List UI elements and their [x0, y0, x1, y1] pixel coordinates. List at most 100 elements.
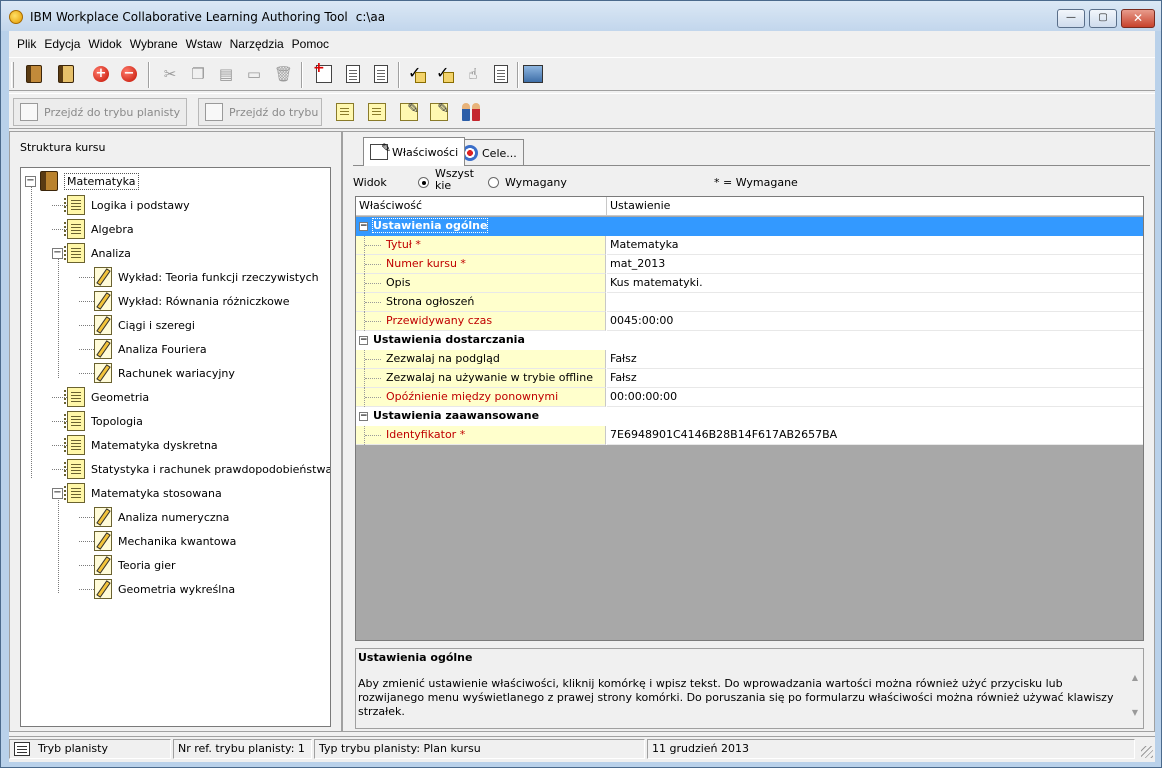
menu-narzedzia[interactable]: Narzędzia: [226, 35, 288, 53]
edit-list-button[interactable]: [427, 100, 451, 124]
delete-button[interactable]: 🗑: [270, 62, 294, 86]
collapse-icon[interactable]: −: [359, 222, 368, 231]
menu-edycja[interactable]: Edycja: [40, 35, 84, 53]
tree-expander-icon[interactable]: −: [52, 247, 63, 259]
property-value[interactable]: 7E6948901C4146B28B14F617AB2657BA: [607, 426, 1143, 445]
hand-button[interactable]: ☝: [461, 62, 485, 86]
tree-node[interactable]: Mechanika kwantowa: [79, 530, 236, 552]
paste-button[interactable]: ▤: [214, 62, 238, 86]
description-scrollbar[interactable]: ▲ ▼: [1129, 673, 1141, 725]
tree-node-label[interactable]: Algebra: [91, 223, 134, 236]
property-value[interactable]: Kus matematyki.: [607, 274, 1143, 293]
title-bar[interactable]: IBM Workplace Collaborative Learning Aut…: [1, 1, 1161, 31]
property-value[interactable]: Fałsz: [607, 350, 1143, 369]
property-name[interactable]: Zezwalaj na podgląd: [356, 350, 606, 369]
tree-node[interactable]: Geometria: [52, 386, 149, 408]
property-row[interactable]: Zezwalaj na używanie w trybie offline Fał…: [356, 369, 1143, 388]
tree-node[interactable]: Statystyka i rachunek prawdopodobieństwa: [52, 458, 330, 480]
tree-node-label[interactable]: Matematyka dyskretna: [91, 439, 218, 452]
property-row[interactable]: Tytuł * Matematyka: [356, 236, 1143, 255]
tree-node-label[interactable]: Mechanika kwantowa: [118, 535, 236, 548]
collapse-icon[interactable]: −: [359, 412, 368, 421]
property-name[interactable]: Zezwalaj na używanie w trybie offline: [356, 369, 606, 388]
tree-node[interactable]: − Analiza: [52, 242, 131, 264]
section-title[interactable]: − Ustawienia dostarczania: [359, 332, 525, 349]
view-all-label[interactable]: Wszyst kie: [435, 168, 475, 192]
tree-node-label[interactable]: Wykład: Równania różniczkowe: [118, 295, 290, 308]
tree-node[interactable]: − Matematyka: [25, 170, 139, 192]
cut-button[interactable]: ✂: [158, 62, 182, 86]
property-row[interactable]: Opis Kus matematyki.: [356, 274, 1143, 293]
new-item-button[interactable]: [312, 60, 336, 86]
tab-objectives[interactable]: Cele...: [455, 139, 524, 166]
course-book-button[interactable]: [22, 62, 46, 86]
planner-mode-button[interactable]: Przejdź do trybu planisty: [13, 98, 187, 126]
tree-node-label[interactable]: Wykład: Teoria funkcji rzeczywistych: [118, 271, 319, 284]
collapse-icon[interactable]: −: [359, 336, 368, 345]
people-button[interactable]: [459, 100, 483, 124]
add-button[interactable]: +: [89, 62, 113, 86]
property-name[interactable]: Opis: [356, 274, 606, 293]
note-button[interactable]: [333, 100, 357, 124]
tree-node[interactable]: Topologia: [52, 410, 143, 432]
scroll-down-icon[interactable]: ▼: [1129, 708, 1141, 717]
property-value[interactable]: Matematyka: [607, 236, 1143, 255]
export-button[interactable]: [489, 62, 513, 86]
copy-document-button[interactable]: [369, 62, 393, 86]
tree-node[interactable]: Ciągi i szeregi: [79, 314, 195, 336]
property-name[interactable]: Opóźnienie między ponownymi próbami: [356, 388, 606, 421]
view-required-label[interactable]: Wymagany: [505, 176, 567, 189]
property-value[interactable]: mat_2013: [607, 255, 1143, 274]
tree-expander-icon[interactable]: −: [25, 175, 36, 187]
tree-node-label[interactable]: Ciągi i szeregi: [118, 319, 195, 332]
view-all-radio[interactable]: [418, 177, 429, 188]
edit-note-button[interactable]: [397, 100, 421, 124]
tree-node-label[interactable]: Analiza Fouriera: [118, 343, 207, 356]
tree-node-label[interactable]: Rachunek wariacyjny: [118, 367, 235, 380]
property-row[interactable]: Zezwalaj na podgląd Fałsz: [356, 350, 1143, 369]
property-row[interactable]: Opóźnienie między ponownymi próbami00:00…: [356, 388, 1143, 421]
tree-node[interactable]: Analiza numeryczna: [79, 506, 229, 528]
tree-node[interactable]: Wykład: Równania różniczkowe: [79, 290, 290, 312]
close-button[interactable]: ✕: [1121, 9, 1155, 28]
toolbar-grip[interactable]: [11, 62, 14, 88]
menu-plik[interactable]: Plik: [13, 35, 40, 53]
property-name[interactable]: Strona ogłoszeń: [356, 293, 606, 312]
col-setting-header[interactable]: Ustawienie: [607, 197, 1143, 216]
property-name[interactable]: Numer kursu *: [356, 255, 606, 274]
tree-node-label[interactable]: Logika i podstawy: [91, 199, 190, 212]
minimize-button[interactable]: —: [1057, 9, 1085, 28]
tree-expander-icon[interactable]: −: [52, 487, 63, 499]
property-row[interactable]: Przewidywany czas (godziny:minuty:sekund…: [356, 312, 1143, 345]
tree-node-label[interactable]: Analiza numeryczna: [118, 511, 229, 524]
property-value[interactable]: 00:00:00:00: [607, 388, 1143, 407]
tree-node[interactable]: Logika i podstawy: [52, 194, 190, 216]
scroll-up-icon[interactable]: ▲: [1129, 673, 1141, 682]
property-value[interactable]: Fałsz: [607, 369, 1143, 388]
tree-node[interactable]: Teoria gier: [79, 554, 176, 576]
tree-node-label[interactable]: Matematyka stosowana: [91, 487, 222, 500]
tree-node-label[interactable]: Geometria: [91, 391, 149, 404]
remove-button[interactable]: −: [117, 62, 141, 86]
attachment-button[interactable]: [365, 100, 389, 124]
property-name[interactable]: Identyfikator *: [356, 426, 606, 445]
tree-node[interactable]: Matematyka dyskretna: [52, 434, 218, 456]
tree-node[interactable]: Algebra: [52, 218, 134, 240]
tree-node[interactable]: Geometria wykreślna: [79, 578, 235, 600]
property-name[interactable]: Przewidywany czas (godziny:minuty:sekund…: [356, 312, 606, 345]
rename-button[interactable]: ▭: [242, 62, 266, 86]
section-title[interactable]: − Ustawienia ogólne: [359, 218, 489, 235]
tree-node-label[interactable]: Geometria wykreślna: [118, 583, 235, 596]
grid-section-row[interactable]: − Ustawienia dostarczania: [356, 331, 1143, 350]
grid-section-row[interactable]: − Ustawienia ogólne: [356, 217, 1143, 236]
section-title[interactable]: − Ustawienia zaawansowane: [359, 408, 539, 425]
tree-node[interactable]: Wykład: Teoria funkcji rzeczywistych: [79, 266, 319, 288]
tree-node-label[interactable]: Matematyka: [64, 172, 139, 190]
tab-properties[interactable]: Właściwości: [363, 137, 466, 166]
planner-mode-button-2[interactable]: Przejdź do trybu t: [198, 98, 322, 126]
preview-button[interactable]: [521, 62, 545, 86]
resize-grip[interactable]: [1141, 746, 1153, 758]
menu-widok[interactable]: Widok: [84, 35, 125, 53]
property-grid[interactable]: Właściwość Ustawienie − Ustawienia ogólne…: [355, 196, 1144, 641]
property-value[interactable]: 0045:00:00: [607, 312, 1143, 331]
